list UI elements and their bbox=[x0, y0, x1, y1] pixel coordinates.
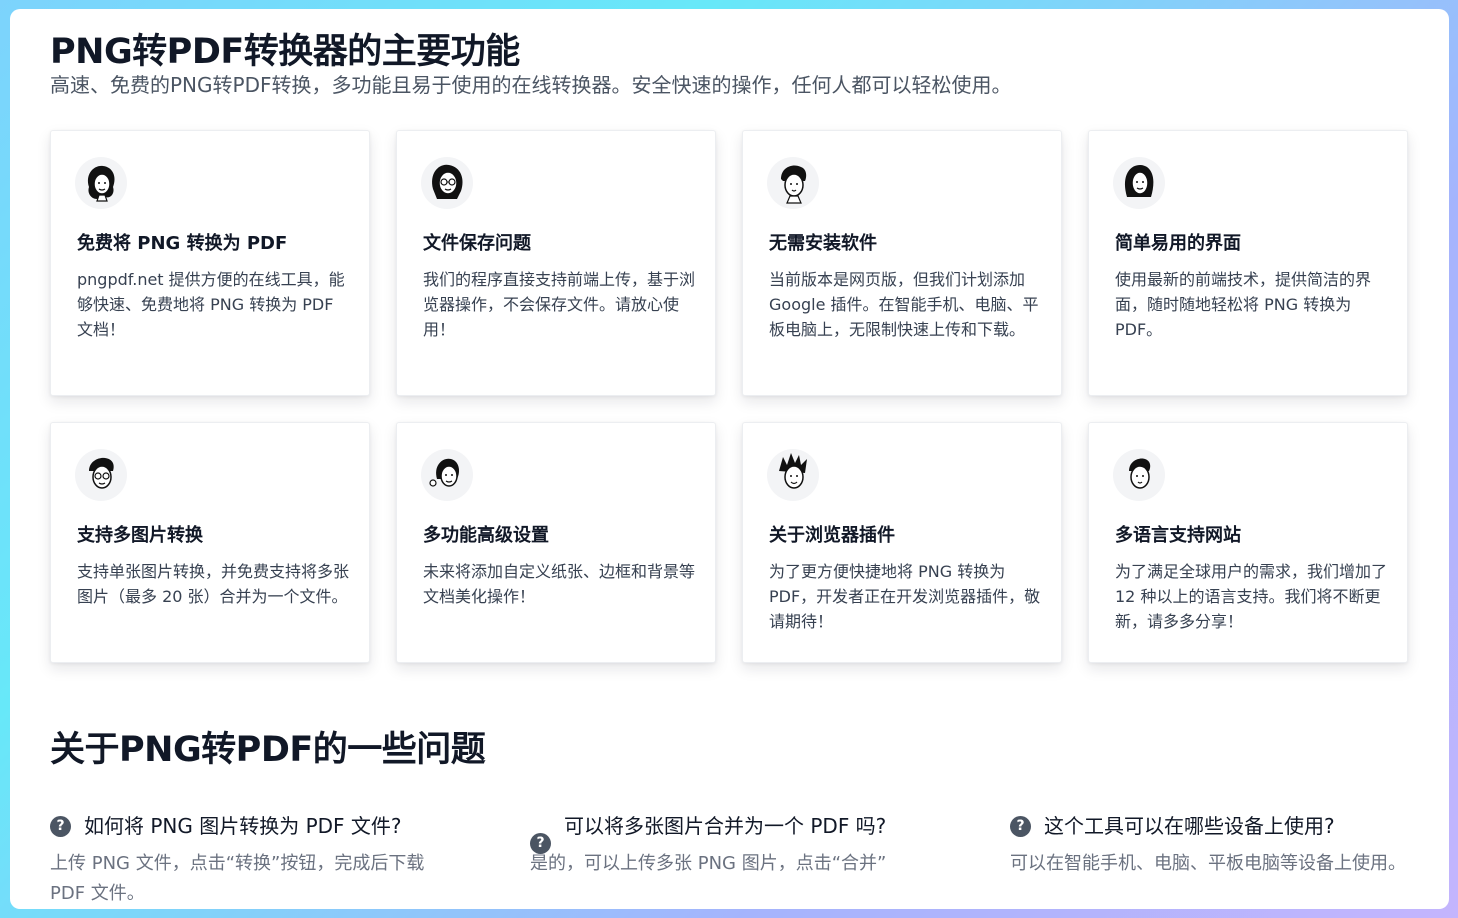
woman-flower-avatar-icon bbox=[421, 449, 473, 501]
features-title: PNG转PDF转换器的主要功能 bbox=[50, 32, 520, 72]
card-title: 多语言支持网站 bbox=[1115, 525, 1241, 546]
card-desc: 当前版本是网页版，但我们计划添加 Google 插件。在智能手机、电脑、平板电脑… bbox=[769, 270, 1039, 339]
feature-card-advanced-settings: 多功能高级设置 未来将添加自定义纸张、边框和背景等文档美化操作！ bbox=[396, 422, 716, 663]
woman-avatar-icon bbox=[75, 157, 127, 209]
card-title: 无需安装软件 bbox=[769, 233, 877, 254]
question-circle-icon: ? bbox=[50, 816, 71, 837]
faq-question: ? 这个工具可以在哪些设备上使用? bbox=[1010, 809, 1410, 843]
card-desc: 使用最新的前端技术，提供简洁的界面，随时随地轻松将 PNG 转换为 PDF。 bbox=[1115, 270, 1372, 339]
card-title: 文件保存问题 bbox=[423, 233, 531, 254]
card-desc: pngpdf.net 提供方便的在线工具，能够快速、免费地将 PNG 转换为 P… bbox=[77, 270, 345, 339]
woman-glasses-avatar-icon bbox=[421, 157, 473, 209]
faq-answer: 是的，可以上传多张 PNG 图片，点击“合并” bbox=[530, 853, 887, 874]
faq-item: ? 这个工具可以在哪些设备上使用? 可以在智能手机、电脑、平板电脑等设备上使用。 bbox=[1010, 809, 1410, 879]
faq-question-text: 这个工具可以在哪些设备上使用? bbox=[1044, 814, 1335, 838]
feature-card-no-install: 无需安装软件 当前版本是网页版，但我们计划添加 Google 插件。在智能手机、… bbox=[742, 130, 1062, 396]
card-title: 多功能高级设置 bbox=[423, 525, 549, 546]
feature-card-browser-plugin: 关于浏览器插件 为了更方便快捷地将 PNG 转换为 PDF，开发者正在开发浏览器… bbox=[742, 422, 1062, 663]
faq-question-text: 如何将 PNG 图片转换为 PDF 文件? bbox=[84, 814, 402, 838]
man-short-hair-avatar-icon bbox=[1113, 449, 1165, 501]
feature-card-multi-language: 多语言支持网站 为了满足全球用户的需求，我们增加了 12 种以上的语言支持。我们… bbox=[1088, 422, 1408, 663]
faq-answer: 可以在智能手机、电脑、平板电脑等设备上使用。 bbox=[1010, 853, 1406, 874]
man-glasses-avatar-icon bbox=[75, 449, 127, 501]
card-title: 关于浏览器插件 bbox=[769, 525, 895, 546]
faq-answer: 上传 PNG 文件，点击“转换”按钮，完成后下载 PDF 文件。 bbox=[50, 853, 425, 904]
woman-long-hair-avatar-icon bbox=[1113, 157, 1165, 209]
question-circle-icon: ? bbox=[530, 833, 551, 854]
card-desc: 我们的程序直接支持前端上传，基于浏览器操作，不会保存文件。请放心使用！ bbox=[423, 270, 696, 339]
faq-item: ? 可以将多张图片合并为一个 PDF 吗? 是的，可以上传多张 PNG 图片，点… bbox=[530, 809, 900, 879]
faq-question-text: 可以将多张图片合并为一个 PDF 吗? bbox=[564, 814, 887, 838]
card-desc: 支持单张图片转换，并免费支持将多张图片（最多 20 张）合并为一个文件。 bbox=[77, 562, 350, 606]
card-desc: 为了更方便快捷地将 PNG 转换为 PDF，开发者正在开发浏览器插件，敬请期待！ bbox=[769, 562, 1041, 631]
card-desc: 未来将添加自定义纸张、边框和背景等文档美化操作！ bbox=[423, 562, 696, 606]
feature-card-easy-ui: 简单易用的界面 使用最新的前端技术，提供简洁的界面，随时随地轻松将 PNG 转换… bbox=[1088, 130, 1408, 396]
page-window: PNG转PDF转换器的主要功能 高速、免费的PNG转PDF转换，多功能且易于使用… bbox=[10, 9, 1449, 909]
feature-card-free-convert: 免费将 PNG 转换为 PDF pngpdf.net 提供方便的在线工具，能够快… bbox=[50, 130, 370, 396]
man-avatar-icon bbox=[767, 157, 819, 209]
faq-title: 关于PNG转PDF的一些问题 bbox=[50, 730, 486, 770]
features-subtitle: 高速、免费的PNG转PDF转换，多功能且易于使用的在线转换器。安全快速的操作，任… bbox=[50, 73, 1012, 97]
faq-question: ? 如何将 PNG 图片转换为 PDF 文件? bbox=[50, 809, 450, 843]
card-title: 简单易用的界面 bbox=[1115, 233, 1241, 254]
card-title: 免费将 PNG 转换为 PDF bbox=[77, 233, 288, 254]
feature-card-multi-image: 支持多图片转换 支持单张图片转换，并免费支持将多张图片（最多 20 张）合并为一… bbox=[50, 422, 370, 663]
question-circle-icon: ? bbox=[1010, 816, 1031, 837]
card-title: 支持多图片转换 bbox=[77, 525, 203, 546]
card-desc: 为了满足全球用户的需求，我们增加了 12 种以上的语言支持。我们将不断更新，请多… bbox=[1115, 562, 1388, 631]
feature-card-file-storage: 文件保存问题 我们的程序直接支持前端上传，基于浏览器操作，不会保存文件。请放心使… bbox=[396, 130, 716, 396]
faq-question: ? 可以将多张图片合并为一个 PDF 吗? bbox=[530, 809, 900, 854]
faq-item: ? 如何将 PNG 图片转换为 PDF 文件? 上传 PNG 文件，点击“转换”… bbox=[50, 809, 450, 909]
man-spiky-hair-avatar-icon bbox=[767, 449, 819, 501]
